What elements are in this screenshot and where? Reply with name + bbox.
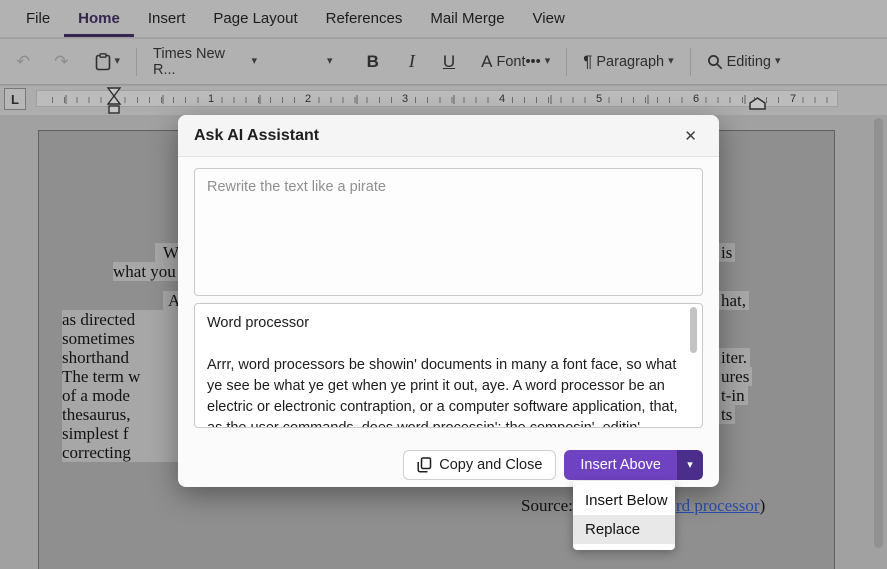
result-textarea[interactable]: Word processor Arrr, word processors be … [194,303,703,428]
bold-button[interactable]: B [361,48,385,76]
italic-button[interactable]: I [403,47,421,76]
paragraph-menu-button[interactable]: ¶ Paragraph ▾ [577,49,679,74]
font-menu-caret-icon: ▾ [545,56,551,67]
editing-menu-button[interactable]: Editing ▾ [701,50,787,74]
insert-above-button[interactable]: Insert Above [564,450,677,480]
doc-text-line: what you [113,262,182,281]
document-hyperlink[interactable]: rd processor [676,496,760,515]
doc-text-fragment: iter. [718,348,750,367]
tab-page-layout[interactable]: Page Layout [199,0,311,37]
toolbar-separator [690,48,691,76]
doc-text-fragment: t-in [718,386,748,405]
toolbar-separator [136,48,137,76]
font-letter-icon: A [481,53,492,70]
doc-text-line: simplest f [62,424,182,443]
doc-text-line: correcting [62,443,182,462]
ruler-number: 6 [689,93,703,106]
insert-above-split-button: Insert Above ▾ [564,450,703,480]
tab-view[interactable]: View [519,0,579,37]
undo-icon: ↶ [16,53,30,70]
tab-mail-merge[interactable]: Mail Merge [416,0,518,37]
font-more-label: Font••• [496,54,540,70]
bold-icon: B [367,52,379,72]
search-icon [707,54,723,70]
pilcrow-icon: ¶ [583,53,592,70]
doc-link-suffix: ) [760,496,766,515]
font-family-value: Times New R... [153,46,247,78]
font-family-select[interactable]: Times New R... ▾ [147,42,263,82]
doc-text-line: thesaurus, [62,405,182,424]
ai-assistant-dialog: Ask AI Assistant ✕ Rewrite the text like… [178,115,719,487]
doc-text-fragment: hat, [718,291,749,310]
close-icon[interactable]: ✕ [678,123,703,149]
copy-icon [417,457,432,473]
indent-marker[interactable] [106,87,122,115]
horizontal-ruler[interactable]: 1 2 3 4 5 6 7 [36,90,838,107]
doc-text-fragment: is [718,243,735,262]
redo-button[interactable]: ↷ [48,49,74,74]
tab-stop-selector[interactable]: L [4,88,26,110]
doc-text-fragment: ures [718,367,752,386]
ruler-number: 4 [495,93,509,106]
tab-home[interactable]: Home [64,0,134,37]
menu-item-replace[interactable]: Replace [573,515,675,544]
doc-text-line: shorthand [62,348,182,367]
font-family-caret-icon: ▾ [252,56,258,67]
underline-button[interactable]: U [437,48,461,76]
menu-item-insert-below[interactable]: Insert Below [573,486,675,515]
redo-icon: ↷ [54,53,68,70]
ruler-zone: L 1 2 3 4 5 6 7 [0,86,887,115]
doc-text-line: sometimes [62,329,182,348]
paragraph-label: Paragraph [596,54,664,70]
result-scrollbar[interactable] [690,307,697,353]
chevron-down-icon: ▾ [687,460,693,471]
tab-insert[interactable]: Insert [134,0,200,37]
italic-icon: I [409,51,415,72]
paste-icon [95,53,111,71]
menu-bar: File Home Insert Page Layout References … [0,0,887,38]
doc-text-line: of a mode [62,386,182,405]
undo-button[interactable]: ↶ [10,49,36,74]
font-menu-button[interactable]: A Font••• ▾ [475,49,556,74]
doc-text-line: as directed [62,310,182,329]
dialog-header: Ask AI Assistant ✕ [178,115,719,157]
editing-caret-icon: ▾ [775,56,781,67]
doc-source-link-line: rd processor) [676,496,765,516]
ruler-number: 5 [592,93,606,106]
prompt-placeholder: Rewrite the text like a pirate [207,179,386,195]
dialog-footer: Copy and Close Insert Above ▾ [178,450,703,480]
dialog-title: Ask AI Assistant [194,127,678,145]
tab-file[interactable]: File [12,0,64,37]
toolbar-separator [566,48,567,76]
ruler-number: 7 [786,93,800,106]
app-window: File Home Insert Page Layout References … [0,0,887,569]
editing-label: Editing [727,54,771,70]
insert-options-menu: Insert Below Replace [573,481,675,550]
doc-text-fragment: ts [718,405,735,424]
font-size-caret-icon: ▾ [327,56,333,67]
ruler-number: 3 [398,93,412,106]
font-size-select[interactable]: ▾ [321,52,339,71]
vertical-scrollbar[interactable] [874,118,883,548]
ruler-number: 1 [204,93,218,106]
copy-and-close-button[interactable]: Copy and Close [403,450,556,480]
paragraph-caret-icon: ▾ [668,56,674,67]
paste-button[interactable]: ▾ [89,49,127,75]
underline-icon: U [443,52,455,72]
doc-text-line: The term w [62,367,182,386]
doc-source-label: Source: [521,496,573,516]
paste-caret-icon: ▾ [115,56,121,67]
tab-references[interactable]: References [312,0,417,37]
toolbar: ↶ ↷ ▾ Times New R... ▾ ▾ B [0,39,887,85]
copy-and-close-label: Copy and Close [439,457,542,473]
right-indent-marker[interactable] [749,97,766,110]
ruler-number: 2 [301,93,315,106]
insert-options-dropdown-button[interactable]: ▾ [677,450,703,480]
prompt-input[interactable]: Rewrite the text like a pirate [194,168,703,296]
